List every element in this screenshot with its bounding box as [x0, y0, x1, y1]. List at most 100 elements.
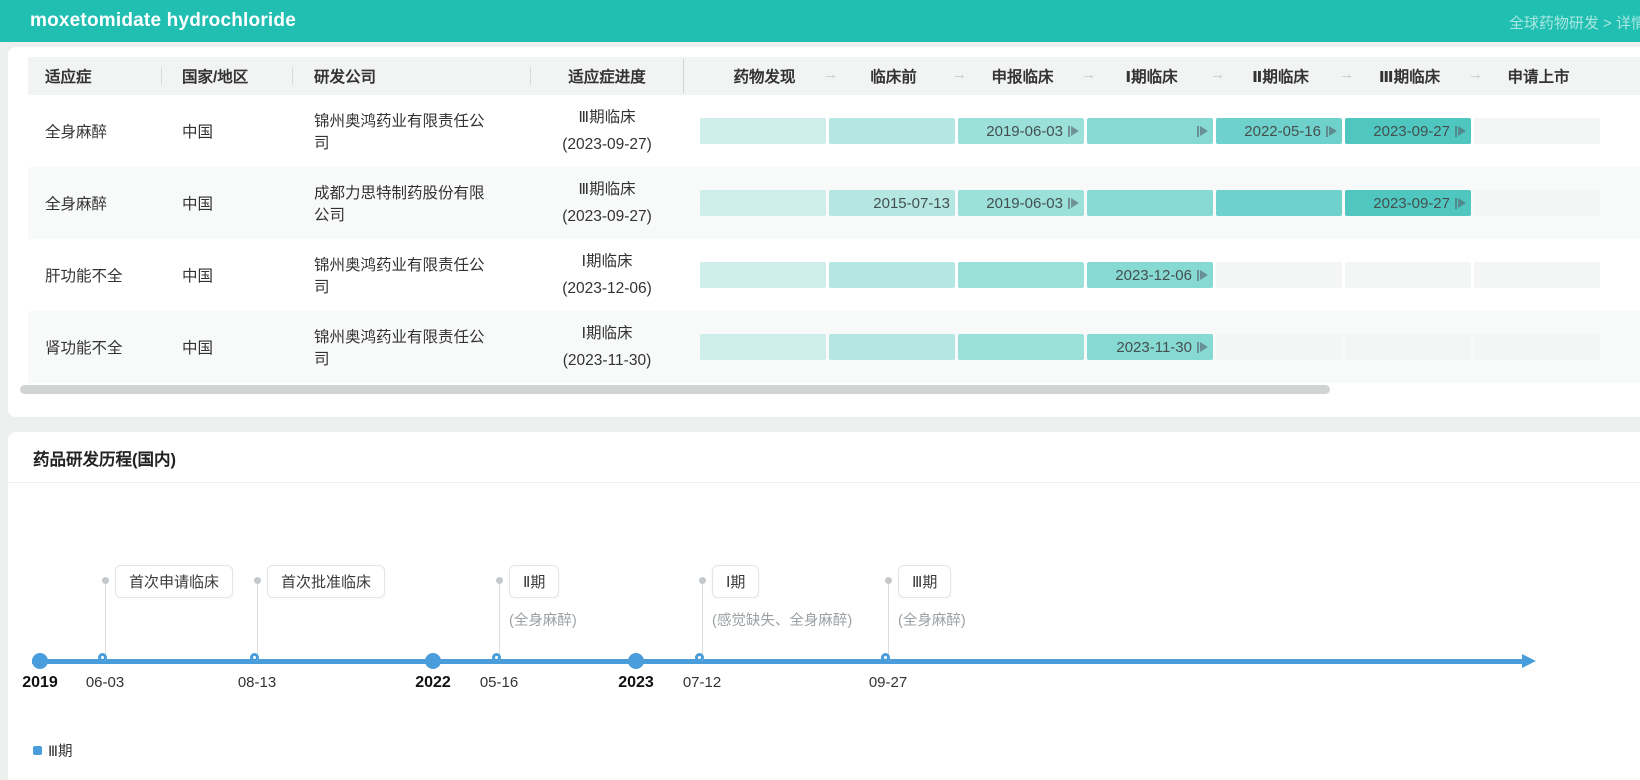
horizontal-scrollbar-thumb[interactable] — [20, 385, 1330, 394]
stage-bar-empty — [1474, 334, 1600, 360]
timeline-event-dot — [250, 653, 259, 662]
stage-bar-date: 2019-06-03 — [986, 123, 1063, 140]
stage-bar — [958, 334, 1084, 360]
cell-indication: 全身麻醉 — [28, 192, 161, 214]
stage-bar: 2019-06-03 — [958, 190, 1084, 216]
cell-progress: Ⅰ期临床(2023-11-30) — [531, 320, 683, 374]
stage-bars: 2019-06-03 2022-05-16 2023-09-27 — [684, 118, 1603, 144]
progress-date: (2023-11-30) — [531, 347, 683, 374]
stage-bar-date: 2019-06-03 — [986, 195, 1063, 212]
stage-bar-empty — [1474, 262, 1600, 288]
timeline-event-sublabel: (全身麻醉) — [898, 609, 966, 630]
progress-stage: Ⅰ期临床 — [531, 320, 683, 347]
stage-bars: 2023-11-30 — [684, 334, 1603, 360]
cell-indication: 全身麻醉 — [28, 120, 161, 142]
timeline-event-dot — [881, 653, 890, 662]
stage-bar-date: 2022-05-16 — [1244, 123, 1321, 140]
stage-bar — [958, 262, 1084, 288]
timeline-event-label: 首次批准临床 — [267, 565, 385, 598]
stage-bar — [1216, 190, 1342, 216]
table-header-row: 适应症 国家/地区 研发公司 适应症进度 药物发现→临床前→申报临床→Ⅰ期临床→… — [28, 57, 1640, 95]
stage-bar — [829, 118, 955, 144]
milestone-icon-triangle — [1200, 342, 1208, 352]
timeline-event-sublabel: (感觉缺失、全身麻醉) — [712, 609, 852, 630]
stage-bar-date: 2023-11-30 — [1116, 339, 1192, 356]
stage-bar: 2022-05-16 — [1216, 118, 1342, 144]
timeline-stem-dot — [254, 577, 261, 584]
timeline-stem-dot — [496, 577, 503, 584]
timeline-event-dot — [492, 653, 501, 662]
stage-bar — [700, 262, 826, 288]
milestone-icon-triangle — [1458, 126, 1466, 136]
milestone-icon — [1197, 126, 1208, 137]
stage-bar-empty — [1474, 190, 1600, 216]
stage-bars: 2015-07-13 2019-06-03 2023-09-27 — [684, 190, 1603, 216]
timeline-stem — [702, 583, 703, 661]
cell-progress: Ⅰ期临床(2023-12-06) — [531, 248, 683, 302]
milestone-icon-triangle — [1329, 126, 1337, 136]
timeline-stem-dot — [699, 577, 706, 584]
timeline-date-label: 09-27 — [869, 674, 907, 691]
progress-date: (2023-09-27) — [531, 131, 683, 158]
stage-header: 申请上市 — [1474, 65, 1603, 87]
cell-company: 成都力思特制药股份有限公司 — [293, 181, 530, 225]
indication-progress-table-card: 适应症 国家/地区 研发公司 适应症进度 药物发现→临床前→申报临床→Ⅰ期临床→… — [8, 47, 1640, 417]
stage-bar — [1087, 190, 1213, 216]
timeline-date-label: 2019 — [22, 674, 58, 692]
progress-date: (2023-12-06) — [531, 275, 683, 302]
milestone-icon-bar — [1197, 270, 1199, 281]
legend-label: Ⅲ期 — [48, 740, 73, 761]
stage-bar: 2015-07-13 — [829, 190, 955, 216]
timeline-event-dot — [98, 653, 107, 662]
stage-header: Ⅱ期临床→ — [1216, 65, 1345, 87]
stage-bars: 2023-12-06 — [684, 262, 1603, 288]
pipeline-stage-headers: 药物发现→临床前→申报临床→Ⅰ期临床→Ⅱ期临床→Ⅲ期临床→申请上市 — [684, 65, 1603, 87]
section-title: 药品研发历程(国内) — [8, 432, 1640, 483]
timeline-stem — [499, 583, 500, 661]
milestone-icon-bar — [1455, 198, 1457, 209]
milestone-icon-bar — [1068, 198, 1070, 209]
stage-bar — [700, 118, 826, 144]
stage-bar-date: 2023-12-06 — [1115, 267, 1192, 284]
timeline-year-dot — [425, 653, 441, 669]
timeline-date-label: 05-16 — [480, 674, 518, 691]
stage-bar — [700, 334, 826, 360]
development-timeline: Ⅲ期 2019首次申请临床06-03首次批准临床08-132022Ⅱ期(全身麻醉… — [8, 483, 1640, 780]
timeline-date-label: 07-12 — [683, 674, 721, 691]
timeline-stem — [888, 583, 889, 661]
stage-header-label: 临床前 — [870, 69, 917, 86]
milestone-icon-triangle — [1458, 198, 1466, 208]
milestone-icon-bar — [1197, 126, 1199, 137]
breadcrumb[interactable]: 全球药物研发 > 详情 — [1509, 12, 1640, 33]
cell-progress: Ⅲ期临床(2023-09-27) — [531, 104, 683, 158]
stage-bar: 2023-09-27 — [1345, 190, 1471, 216]
milestone-icon-bar — [1068, 126, 1070, 137]
stage-bar-date: 2023-09-27 — [1373, 195, 1450, 212]
milestone-icon — [1197, 342, 1208, 353]
cell-indication: 肝功能不全 — [28, 264, 161, 286]
milestone-icon-bar — [1197, 342, 1199, 353]
col-header-progress: 适应症进度 — [531, 65, 683, 87]
stage-bar: 2023-09-27 — [1345, 118, 1471, 144]
milestone-icon — [1068, 198, 1079, 209]
stage-header-label: 药物发现 — [733, 69, 795, 86]
stage-header: Ⅰ期临床→ — [1087, 65, 1216, 87]
milestone-icon — [1455, 198, 1466, 209]
cell-country: 中国 — [162, 192, 292, 214]
cell-company: 锦州奥鸿药业有限责任公司 — [293, 109, 530, 153]
stage-bar-date: 2023-09-27 — [1373, 123, 1450, 140]
milestone-icon — [1455, 126, 1466, 137]
legend-item[interactable]: Ⅲ期 — [33, 740, 73, 761]
stage-bar — [829, 334, 955, 360]
stage-bar-empty — [1345, 262, 1471, 288]
table-body: 全身麻醉中国锦州奥鸿药业有限责任公司Ⅲ期临床(2023-09-27)2019-0… — [28, 95, 1640, 383]
timeline-stem — [257, 583, 258, 661]
progress-date: (2023-09-27) — [531, 203, 683, 230]
stage-header: 药物发现→ — [700, 65, 829, 87]
stage-bar — [1087, 118, 1213, 144]
timeline-event-label: Ⅲ期 — [898, 565, 951, 598]
timeline-event-label: Ⅰ期 — [712, 565, 759, 598]
development-history-card: 药品研发历程(国内) Ⅲ期 2019首次申请临床06-03首次批准临床08-13… — [8, 432, 1640, 780]
milestone-icon — [1068, 126, 1079, 137]
timeline-legend: Ⅲ期 — [33, 740, 73, 761]
